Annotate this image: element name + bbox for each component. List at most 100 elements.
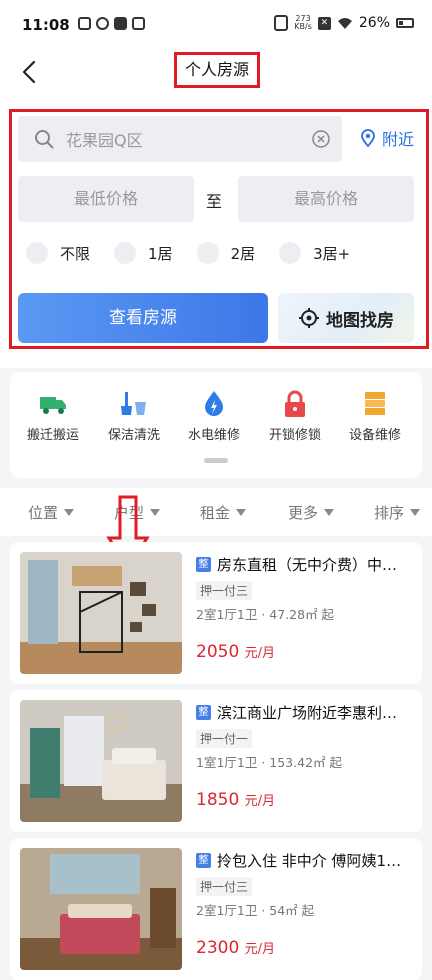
price-value: 1850 <box>196 790 240 810</box>
dropdown-arrow-icon <box>64 509 75 516</box>
service-cleaning[interactable]: 保洁清洗 <box>93 390 175 443</box>
price-unit: 元/月 <box>244 942 276 957</box>
water-drop-icon <box>205 391 223 416</box>
listing-photo <box>20 700 182 822</box>
price-separator: 至 <box>206 192 223 211</box>
room-option-2[interactable]: 2居 <box>196 242 256 264</box>
price-value: 2050 <box>196 642 240 662</box>
status-bar: 11:08 273 KB/s ✕ 26% <box>0 0 432 48</box>
location-pin-icon <box>361 129 375 147</box>
dropdown-arrow-icon <box>236 509 247 516</box>
listing-title: 拎包入住 非中介 傅阿姨1… <box>217 852 402 870</box>
filter-label: 租金 <box>200 504 231 522</box>
listing-photo <box>20 848 182 970</box>
vibrate-icon <box>274 15 289 31</box>
page-indicator <box>204 458 228 463</box>
listing-info: 整 房东直租（无中介费）中… 押一付三 2室1厅1卫 · 47.28㎡ 起 <box>196 554 418 623</box>
filter-label: 更多 <box>288 504 319 522</box>
radio-button[interactable] <box>114 242 137 264</box>
notification-app-icon <box>96 17 109 30</box>
services-panel: 搬迁搬运 保洁清洗 水电维修 开锁修锁 设备维修 <box>10 372 422 478</box>
notification-app-icon <box>114 17 127 30</box>
service-moving[interactable]: 搬迁搬运 <box>12 390 94 443</box>
whole-rent-badge: 整 <box>196 853 211 868</box>
net-speed: 273 KB/s <box>294 15 312 31</box>
listing-card[interactable]: 整 滨江商业广场附近李惠利… 押一付一 1室1厅1卫 · 153.42㎡ 起 1… <box>10 690 422 832</box>
dropdown-arrow-icon <box>324 509 335 516</box>
truck-icon <box>40 397 66 414</box>
battery-level: 26% <box>358 15 390 31</box>
back-icon[interactable] <box>16 58 44 86</box>
listing-info: 整 滨江商业广场附近李惠利… 押一付一 1室1厅1卫 · 153.42㎡ 起 <box>196 702 418 771</box>
notification-app-icon <box>78 17 91 30</box>
radio-button[interactable] <box>196 242 219 264</box>
filter-label: 排序 <box>374 504 405 522</box>
listing-card[interactable]: 整 拎包入住 非中介 傅阿姨1… 押一付三 2室1厅1卫 · 54㎡ 起 230… <box>10 838 422 980</box>
room-option-label: 3居+ <box>313 244 351 263</box>
filter-rent[interactable]: 租金 <box>200 502 247 523</box>
radio-button[interactable] <box>26 242 48 264</box>
listing-card[interactable]: 整 房东直租（无中介费）中… 押一付三 2室1厅1卫 · 47.28㎡ 起 20… <box>10 542 422 684</box>
price-unit: 元/月 <box>244 794 276 809</box>
price-value: 2300 <box>196 938 240 958</box>
wifi-icon <box>337 17 352 29</box>
nav-bar: 个人房源 <box>0 48 432 96</box>
crosshair-icon <box>299 308 319 328</box>
radio-button[interactable] <box>279 242 302 264</box>
no-sim-icon: ✕ <box>317 16 331 30</box>
listing-price: 2300 元/月 <box>196 938 275 958</box>
service-label: 设备维修 <box>348 428 401 443</box>
lock-icon <box>285 390 305 417</box>
min-price-input[interactable]: 最低价格 <box>18 176 194 222</box>
service-label: 水电维修 <box>187 428 240 443</box>
payment-tag: 押一付三 <box>196 581 253 600</box>
room-option-label: 不限 <box>60 244 91 263</box>
max-price-input[interactable]: 最高价格 <box>238 176 414 222</box>
service-device-repair[interactable]: 设备维修 <box>334 390 416 443</box>
payment-tag: 押一付三 <box>196 877 253 896</box>
dropdown-arrow-icon <box>150 509 161 516</box>
status-time: 11:08 <box>22 16 70 34</box>
room-option-label: 2居 <box>230 244 256 263</box>
listing-spec: 1室1厅1卫 · 153.42㎡ 起 <box>196 755 342 770</box>
room-option-any[interactable]: 不限 <box>26 242 90 264</box>
view-listings-button[interactable]: 查看房源 <box>18 293 268 343</box>
filter-bar: 位置 户型 租金 更多 排序 <box>0 488 432 536</box>
whole-rent-badge: 整 <box>196 705 211 720</box>
filter-sort[interactable]: 排序 <box>374 502 421 523</box>
filter-label: 位置 <box>28 504 59 522</box>
page-title: 个人房源 <box>174 52 260 88</box>
service-label: 保洁清洗 <box>107 428 160 443</box>
listing-spec: 2室1厅1卫 · 54㎡ 起 <box>196 903 315 918</box>
status-right: 273 KB/s ✕ 26% <box>274 15 414 31</box>
clear-icon[interactable] <box>312 130 330 148</box>
payment-tag: 押一付一 <box>196 729 253 748</box>
listing-title: 房东直租（无中介费）中… <box>217 556 398 574</box>
search-icon <box>35 130 54 149</box>
search-box[interactable] <box>18 116 342 164</box>
device-icon <box>365 392 385 415</box>
service-plumbing-electric[interactable]: 水电维修 <box>173 390 255 443</box>
room-option-3plus[interactable]: 3居+ <box>279 242 350 264</box>
room-options: 不限 1居 2居 3居+ <box>26 242 374 264</box>
filter-more[interactable]: 更多 <box>288 502 335 523</box>
price-unit: 元/月 <box>244 646 276 661</box>
room-option-1[interactable]: 1居 <box>114 242 173 264</box>
listing-info: 整 拎包入住 非中介 傅阿姨1… 押一付三 2室1厅1卫 · 54㎡ 起 <box>196 850 418 919</box>
map-search-button[interactable]: 地图找房 <box>278 293 414 343</box>
listing-price: 1850 元/月 <box>196 790 275 810</box>
filter-location[interactable]: 位置 <box>28 502 75 523</box>
room-option-label: 1居 <box>148 244 173 263</box>
notification-app-icon <box>132 17 145 30</box>
nearby-label: 附近 <box>382 130 415 149</box>
listing-price: 2050 元/月 <box>196 642 275 662</box>
nearby-button[interactable]: 附近 <box>360 126 414 150</box>
search-input[interactable] <box>64 116 308 164</box>
listing-spec: 2室1厅1卫 · 47.28㎡ 起 <box>196 607 335 622</box>
service-locksmith[interactable]: 开锁修锁 <box>254 390 336 443</box>
service-label: 搬迁搬运 <box>26 428 79 443</box>
broom-icon <box>121 392 146 415</box>
status-notification-icons <box>78 17 145 30</box>
map-search-label: 地图找房 <box>326 310 394 331</box>
whole-rent-badge: 整 <box>196 557 211 572</box>
